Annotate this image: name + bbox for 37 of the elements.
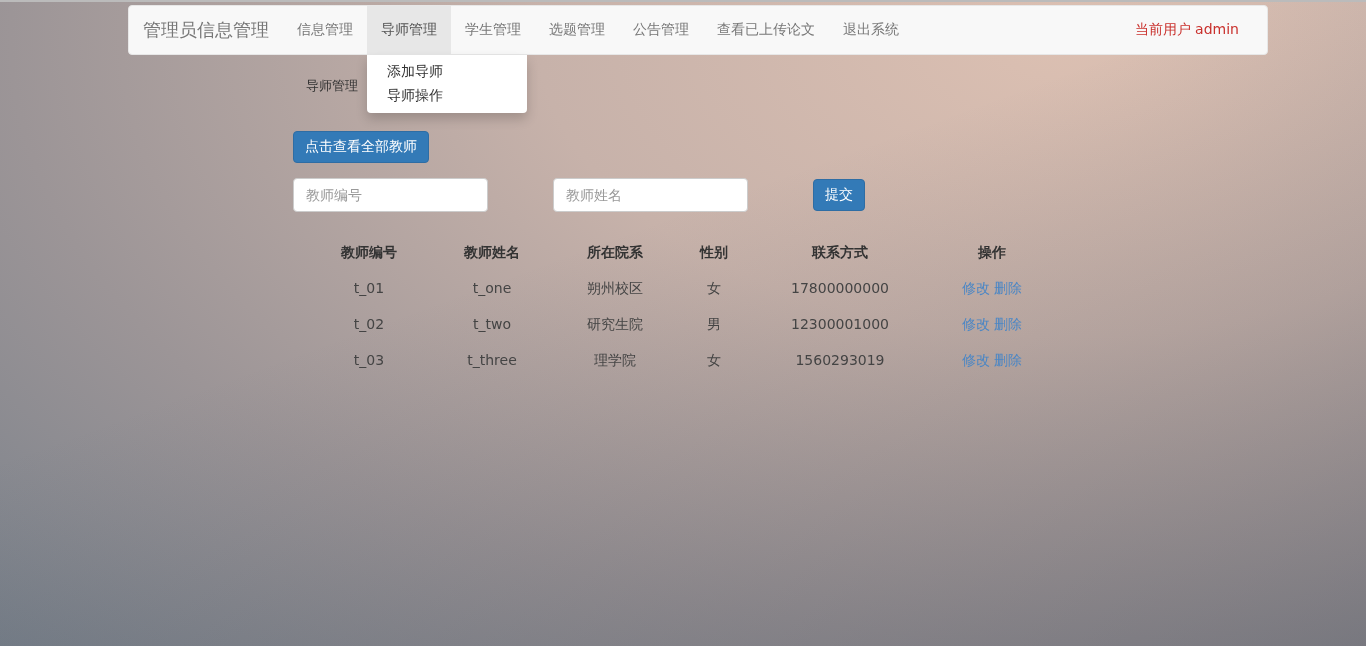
dropdown-item[interactable]: 导师操作 (367, 84, 527, 108)
nav-item[interactable]: 学生管理 (451, 6, 535, 54)
column-header: 教师编号 (340, 243, 398, 262)
table-cell-text: 女 (706, 351, 722, 370)
table-cell-text: 12300001000 (790, 315, 890, 334)
nav-item[interactable]: 选题管理 (535, 6, 619, 54)
view-all-button[interactable]: 点击查看全部教师 (293, 131, 429, 163)
column-header: 教师姓名 (463, 243, 521, 262)
table-cell-text: t_03 (352, 351, 386, 370)
table-cell-text: t_one (471, 279, 513, 298)
table-cell-text: t_02 (352, 315, 386, 334)
search-field[interactable]: 教师姓名 (553, 178, 748, 212)
current-user: 当前用户 admin (1134, 20, 1239, 39)
column-header: 性别 (698, 243, 729, 262)
column-header: 联系方式 (810, 243, 869, 262)
submit-button[interactable]: 提交 (813, 179, 865, 211)
table-cell-text: t_three (466, 351, 518, 370)
nav-item[interactable]: 公告管理 (619, 6, 703, 54)
table-cell-text: 研究生院 (586, 315, 644, 334)
section-label: 导师管理 (306, 77, 358, 95)
nav-item[interactable]: 导师管理 (367, 6, 451, 54)
nav-item[interactable]: 信息管理 (283, 6, 367, 54)
table-cell-text: 女 (706, 279, 722, 298)
column-header: 所在院系 (586, 243, 644, 262)
table-cell-text: 朔州校区 (586, 279, 644, 298)
table-cell-text: 理学院 (593, 351, 637, 370)
table-cell-text: 男 (706, 315, 722, 334)
search-field[interactable]: 教师编号 (293, 178, 488, 212)
column-header: 操作 (977, 243, 1007, 262)
table-cell-text: 17800000000 (790, 279, 890, 298)
table-cell-text: 1560293019 (794, 351, 886, 370)
dropdown-item[interactable]: 添加导师 (367, 60, 527, 84)
nav-item[interactable]: 退出系统 (829, 6, 913, 54)
nav-item[interactable]: 查看已上传论文 (703, 6, 829, 54)
table-cell-text: t_01 (352, 279, 386, 298)
table-cell-text: t_two (472, 315, 512, 334)
brand-title[interactable]: 管理员信息管理 (143, 6, 269, 54)
